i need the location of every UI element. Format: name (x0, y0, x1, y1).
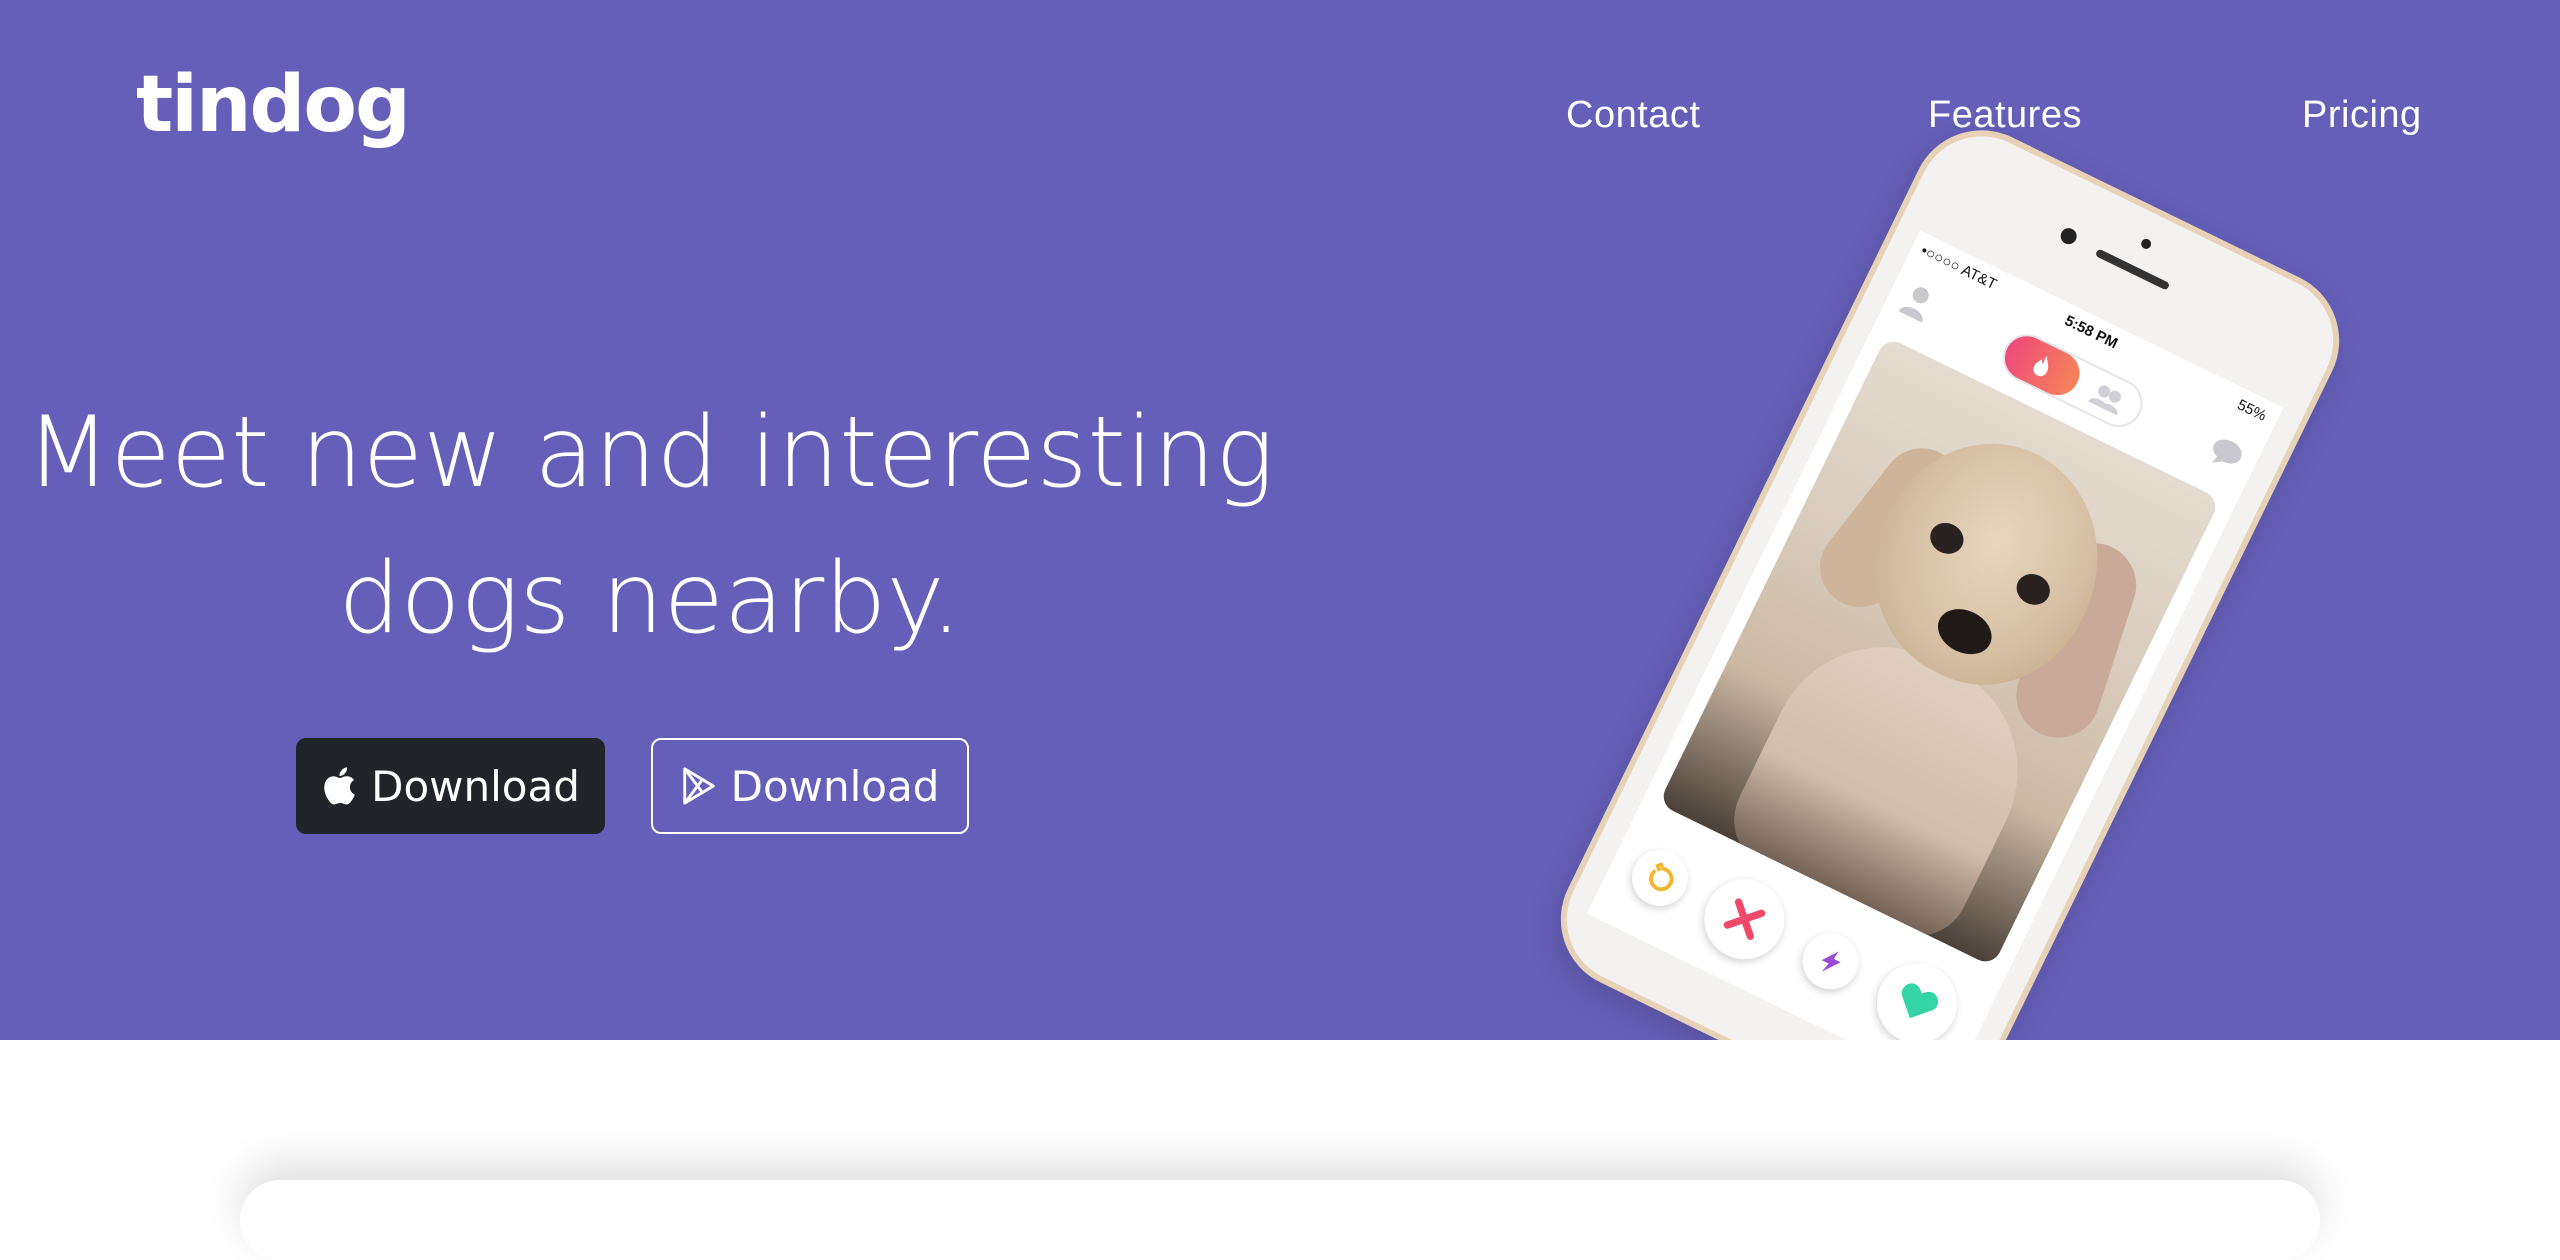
apple-icon (321, 766, 357, 806)
status-carrier: •○○○○ AT&T (1918, 242, 2000, 294)
phone-sensor (2139, 237, 2153, 251)
google-play-download-label: Download (730, 761, 940, 811)
social-icon (2085, 378, 2131, 417)
phone-screen: •○○○○ AT&T 5:58 PM 55% (1586, 230, 2284, 1040)
nav-link-pricing[interactable]: Pricing (2302, 96, 2422, 134)
status-battery: 55% (2234, 396, 2269, 425)
nav-link-contact[interactable]: Contact (1566, 96, 1700, 134)
phone-camera (2057, 225, 2080, 247)
nope-icon[interactable] (1690, 865, 1798, 973)
profile-icon (1897, 280, 1939, 324)
google-play-icon (681, 766, 717, 806)
status-time: 5:58 PM (2061, 312, 2121, 353)
rewind-icon[interactable] (1622, 840, 1698, 916)
google-play-download-button[interactable]: Download (651, 738, 969, 834)
hero-headline-line1: Meet new and interesting (25, 396, 1275, 510)
phone-mockup: •○○○○ AT&T 5:58 PM 55% (1537, 106, 2363, 1040)
like-icon[interactable] (1863, 949, 1971, 1040)
phone-frame: •○○○○ AT&T 5:58 PM 55% (1537, 106, 2363, 1040)
boost-icon[interactable] (1793, 923, 1869, 999)
chat-icon (2204, 433, 2248, 475)
apple-download-label: Download (371, 761, 580, 811)
brand-logo[interactable]: tindog (136, 66, 411, 144)
features-section-card (240, 1180, 2320, 1260)
apple-download-button[interactable]: Download (296, 738, 605, 834)
flame-icon (1997, 328, 2087, 403)
hero-headline: Meet new and interesting dogs nearby. (20, 380, 1280, 672)
hero-headline-line2: dogs nearby. (338, 542, 962, 656)
phone-speaker (2094, 248, 2171, 291)
hero-section: tindog Contact Features Pricing Meet new… (0, 0, 2560, 1040)
